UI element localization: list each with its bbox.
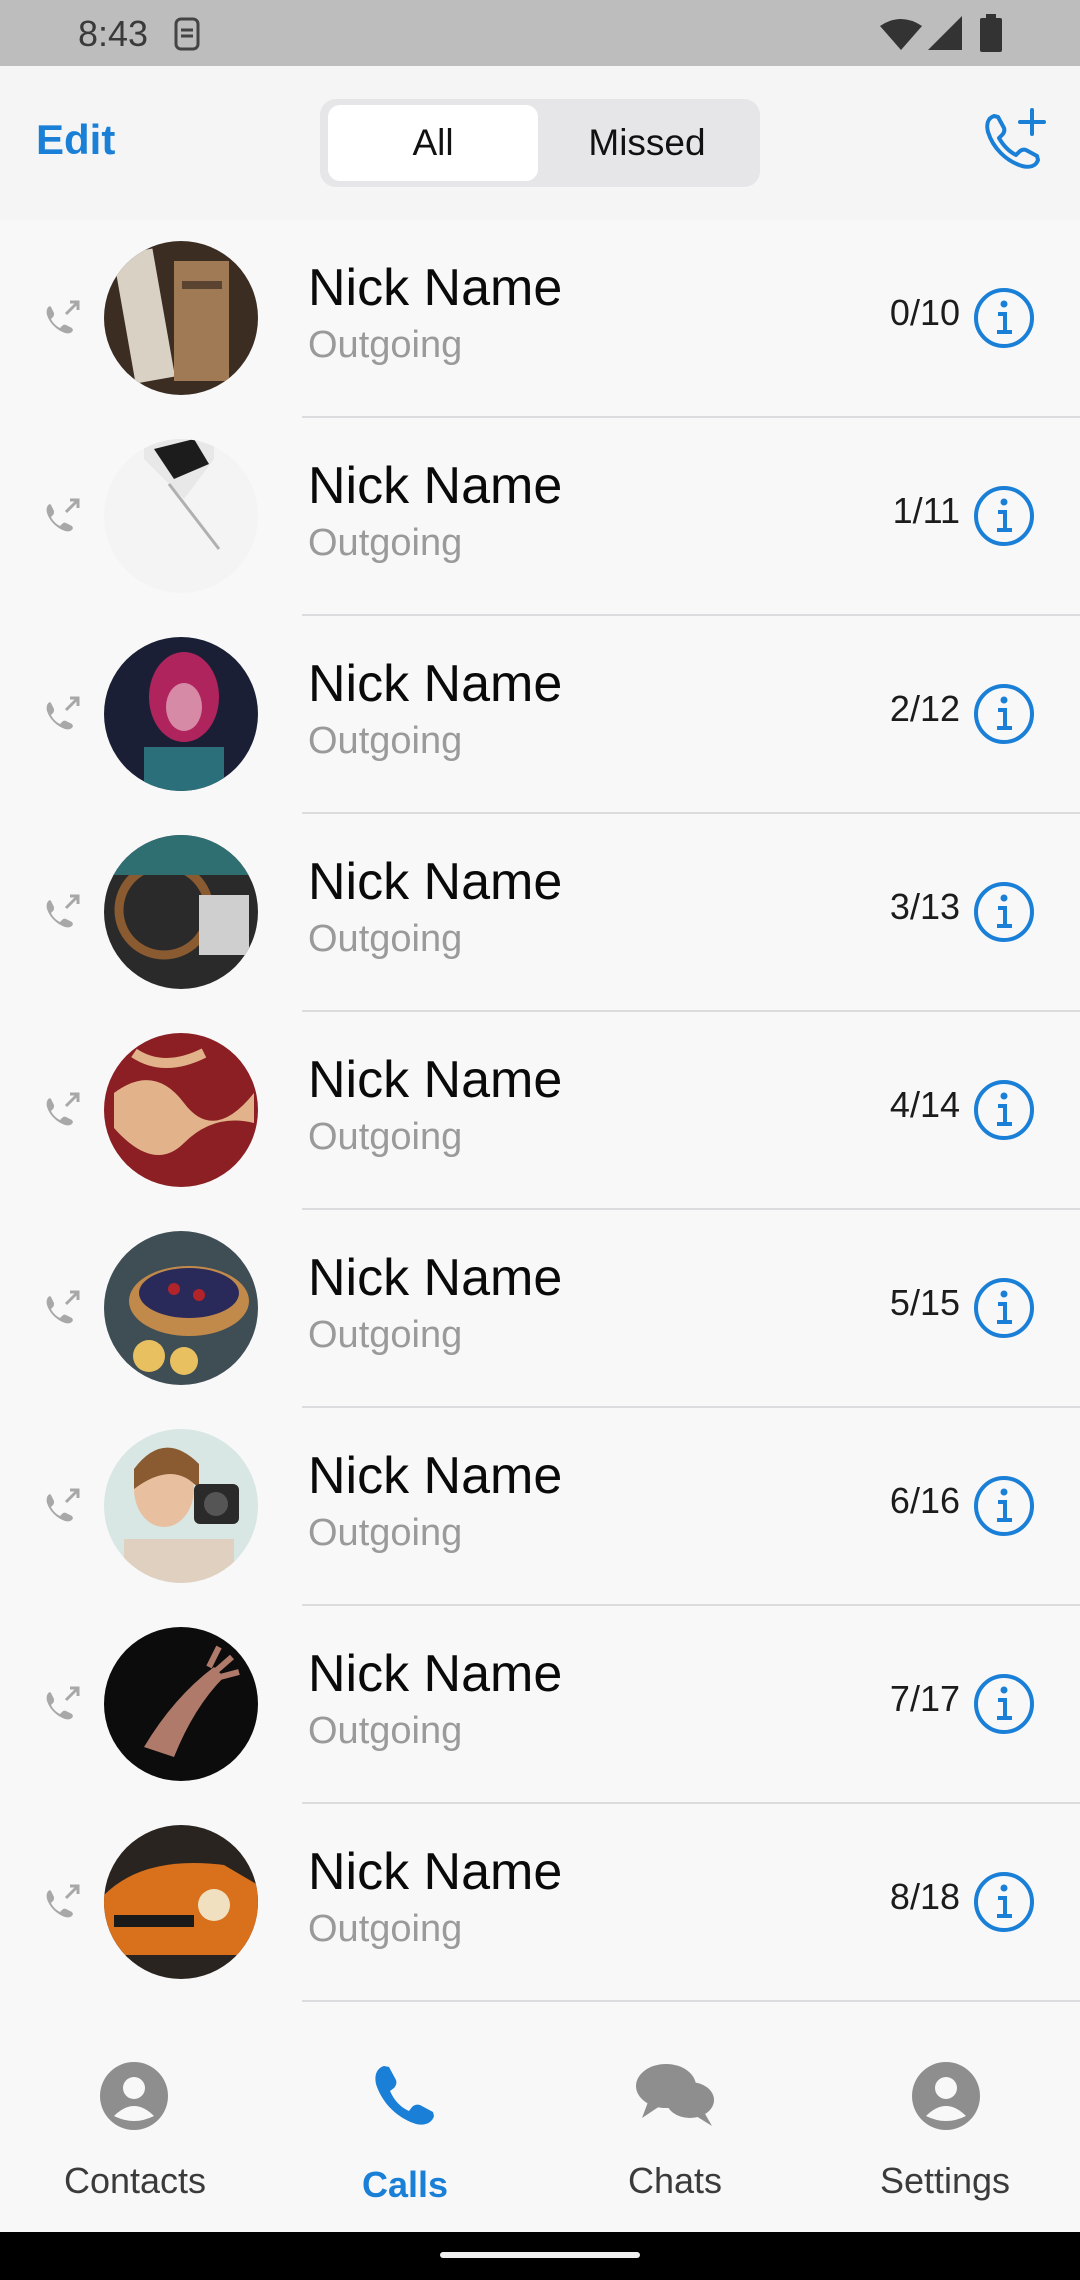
status-time: 8:43	[78, 13, 149, 54]
avatar	[104, 637, 258, 791]
outgoing-call-icon	[46, 1488, 80, 1522]
info-icon[interactable]	[972, 286, 1036, 350]
call-type: Outgoing	[308, 1512, 463, 1554]
info-icon[interactable]	[972, 1078, 1036, 1142]
header: Edit All Missed	[0, 66, 1080, 220]
call-filter-segmented-control: All Missed	[320, 99, 760, 187]
call-row[interactable]: Nick Name Outgoing 8/18	[0, 1804, 1080, 2002]
tab-bar: Contacts Calls Chats Settings	[0, 2010, 1080, 2232]
avatar	[104, 241, 258, 395]
tab-missed[interactable]: Missed	[542, 105, 752, 181]
call-date: 5/15	[889, 1282, 960, 1323]
call-row[interactable]: Nick Name Outgoing 4/14	[0, 1012, 1080, 1210]
call-row[interactable]: Nick Name Outgoing 5/15	[0, 1210, 1080, 1408]
contact-name: Nick Name	[308, 259, 563, 317]
sim-icon	[174, 17, 200, 51]
avatar	[104, 1033, 258, 1187]
tab-chats[interactable]: Chats	[540, 2010, 810, 2232]
tab-contacts[interactable]: Contacts	[0, 2010, 270, 2232]
tab-label: Contacts	[63, 2160, 207, 2201]
avatar	[104, 835, 258, 989]
outgoing-call-icon	[46, 894, 80, 928]
home-indicator[interactable]	[440, 2252, 640, 2258]
outgoing-call-icon	[46, 1884, 80, 1918]
call-date: 1/11	[892, 490, 960, 531]
signal-icon	[928, 16, 962, 50]
call-date: 0/10	[889, 292, 960, 333]
person-icon	[100, 2062, 168, 2130]
call-row[interactable]: Nick Name Outgoing 1/11	[0, 418, 1080, 616]
tab-all[interactable]: All	[328, 105, 538, 181]
call-type: Outgoing	[308, 522, 463, 564]
contact-name: Nick Name	[308, 853, 563, 911]
outgoing-call-icon	[46, 696, 80, 730]
avatar	[104, 1231, 258, 1385]
tab-label: Calls	[361, 2164, 449, 2205]
call-row[interactable]: Nick Name Outgoing 3/13	[0, 814, 1080, 1012]
outgoing-call-icon	[46, 1092, 80, 1126]
contact-name: Nick Name	[308, 1249, 563, 1307]
contact-name: Nick Name	[308, 1447, 563, 1505]
divider	[302, 2000, 1080, 2002]
call-row[interactable]: Nick Name Outgoing 7/17	[0, 1606, 1080, 1804]
info-icon[interactable]	[972, 1672, 1036, 1736]
contact-name: Nick Name	[308, 1051, 563, 1109]
info-icon[interactable]	[972, 880, 1036, 944]
call-date: 6/16	[889, 1480, 960, 1521]
tab-calls[interactable]: Calls	[270, 2010, 540, 2232]
wifi-icon	[880, 19, 922, 50]
call-row[interactable]: Nick Name Outgoing 6/16	[0, 1408, 1080, 1606]
call-type: Outgoing	[308, 720, 463, 762]
call-type: Outgoing	[308, 1116, 463, 1158]
call-date: 2/12	[889, 688, 960, 729]
system-navigation-bar	[0, 2232, 1080, 2280]
avatar	[104, 1627, 258, 1781]
edit-button[interactable]: Edit	[36, 116, 115, 164]
call-type: Outgoing	[308, 918, 463, 960]
call-row[interactable]: Nick Name Outgoing 2/12	[0, 616, 1080, 814]
phone-icon	[375, 2066, 434, 2125]
avatar	[104, 439, 258, 593]
call-date: 8/18	[889, 1876, 960, 1917]
contact-name: Nick Name	[308, 1645, 563, 1703]
battery-icon	[980, 14, 1002, 52]
outgoing-call-icon	[46, 1290, 80, 1324]
tab-settings[interactable]: Settings	[810, 2010, 1080, 2232]
chat-bubbles-icon	[636, 2064, 714, 2126]
contact-name: Nick Name	[308, 655, 563, 713]
call-type: Outgoing	[308, 324, 463, 366]
call-row[interactable]: Nick Name Outgoing 0/10	[0, 220, 1080, 418]
info-icon[interactable]	[972, 1276, 1036, 1340]
person-icon	[912, 2062, 980, 2130]
avatar	[104, 1429, 258, 1583]
call-date: 4/14	[889, 1084, 960, 1125]
info-icon[interactable]	[972, 1870, 1036, 1934]
phone-plus-icon[interactable]	[980, 106, 1050, 176]
call-date: 7/17	[889, 1678, 960, 1719]
tab-label: Settings	[879, 2160, 1011, 2201]
info-icon[interactable]	[972, 682, 1036, 746]
status-bar: 8:43	[0, 0, 1080, 66]
call-type: Outgoing	[308, 1314, 463, 1356]
outgoing-call-icon	[46, 300, 80, 334]
contact-name: Nick Name	[308, 457, 563, 515]
outgoing-call-icon	[46, 1686, 80, 1720]
contact-name: Nick Name	[308, 1843, 563, 1901]
info-icon[interactable]	[972, 1474, 1036, 1538]
info-icon[interactable]	[972, 484, 1036, 548]
call-type: Outgoing	[308, 1710, 463, 1752]
call-type: Outgoing	[308, 1908, 463, 1950]
call-list: Nick Name Outgoing 0/10 Nick Name Outgoi…	[0, 220, 1080, 2002]
call-date: 3/13	[889, 886, 960, 927]
avatar	[104, 1825, 258, 1979]
tab-label: Chats	[627, 2160, 723, 2201]
outgoing-call-icon	[46, 498, 80, 532]
